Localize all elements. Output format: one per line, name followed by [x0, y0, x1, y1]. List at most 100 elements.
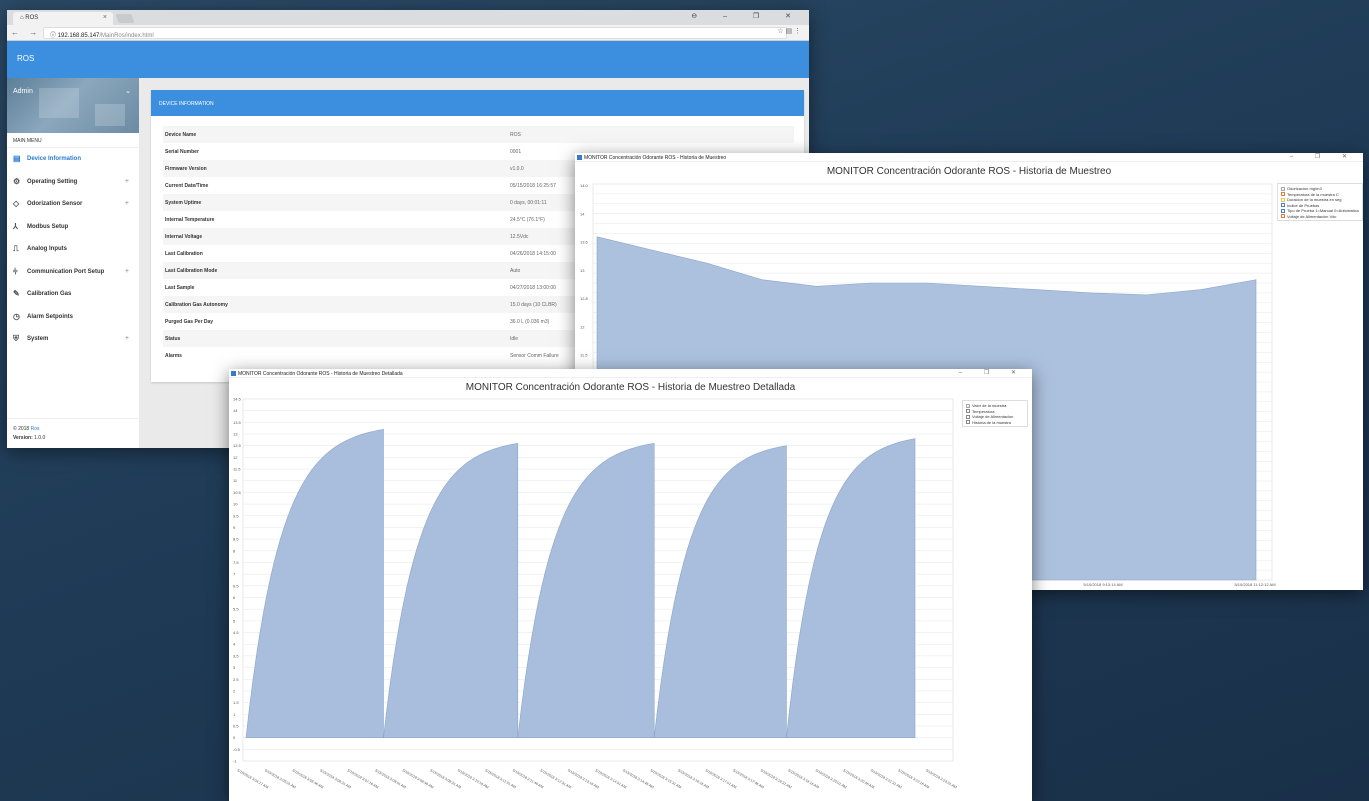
sidebar-footer: © 2018 Ros Version: 1.0.0 [7, 418, 139, 448]
sidebar-item-label: Device Information [27, 156, 82, 162]
checkbox[interactable] [1281, 203, 1285, 207]
ports-icon: ⫩ [13, 266, 18, 276]
info-key: Last Calibration Mode [165, 268, 218, 274]
cycle-peak-point [517, 442, 519, 444]
info-key: Device Name [165, 132, 197, 138]
sidebar-item[interactable]: ⎍ Analog Inputs [7, 238, 139, 261]
y-tick-label: 13.5 [233, 420, 242, 425]
y-tick-label: 7 [233, 572, 236, 577]
y-tick-label: 11.5 [233, 467, 241, 472]
checkbox[interactable]: ✓ [966, 403, 970, 409]
cycle-peak-point [653, 442, 655, 444]
y-tick-label: 5 [233, 618, 236, 623]
sidebar-item-label: Calibration Gas [27, 291, 72, 297]
y-tick-label: 1.5 [233, 700, 239, 705]
chevron-down-icon[interactable]: ⌄ [125, 87, 131, 95]
data-point [596, 236, 598, 238]
y-tick-label: 13.6 [580, 240, 589, 245]
y-tick-label: 1 [233, 712, 236, 717]
expand-icon[interactable]: + [125, 200, 129, 207]
y-tick-label: 6 [233, 595, 236, 600]
network-icon: ⅄ [13, 221, 18, 231]
y-tick-label: -1 [233, 759, 237, 764]
url-host: 192.168.85.147 [57, 33, 100, 39]
y-tick-label: 8 [233, 548, 236, 553]
history-legend: ✓ Odorizacion mg/m3 Temperatura de la mues… [1277, 183, 1363, 221]
checkbox[interactable] [966, 409, 970, 413]
checkbox[interactable] [1281, 208, 1285, 213]
expand-icon[interactable]: + [125, 268, 129, 275]
y-tick-label: 4.5 [233, 630, 239, 635]
info-icon[interactable]: ⓘ [50, 33, 58, 39]
data-point [761, 279, 763, 280]
info-key: Internal Temperature [165, 217, 215, 223]
legend-item[interactable]: Historia de la muestra [965, 420, 1025, 426]
shield-icon: ⛨ [13, 334, 19, 343]
y-tick-label: 14.0 [580, 183, 589, 188]
info-value: 0001 [510, 149, 522, 155]
data-point [651, 249, 653, 251]
browser-tab[interactable]: ⌂ ROS × [13, 12, 113, 25]
new-tab-button[interactable] [115, 14, 135, 23]
info-key: Alarms [165, 353, 182, 359]
star-icon[interactable]: ☆ ▤ ⋮ [777, 27, 801, 35]
sidebar-item[interactable]: ⛨ System + [7, 328, 139, 351]
sidebar-item[interactable]: ⚙ Operating Setting + [7, 171, 139, 194]
url-field[interactable]: ⓘ 192.168.85.147/MainRos/index.html [43, 27, 787, 39]
wrench-icon: ✎ [13, 289, 20, 298]
info-value: Idle [510, 336, 519, 342]
info-value: 0 days, 00:01:11 [510, 200, 547, 206]
expand-icon[interactable]: + [125, 178, 129, 185]
tab-title: ROS [25, 15, 39, 21]
checkbox[interactable]: ✓ [1281, 186, 1285, 192]
y-tick-label: 14 [580, 211, 585, 216]
checkbox[interactable] [966, 420, 970, 424]
y-tick-label: 12 [580, 324, 585, 329]
y-tick-label: 7.5 [233, 560, 239, 565]
legend-label: Temperatura de la muestra C [1287, 191, 1339, 197]
legend-label: Historia de la muestra [972, 419, 1011, 425]
browser-window-controls[interactable]: ⊖ – ❐ ✕ [691, 12, 803, 20]
info-value: 04/26/2018 14:15:00 [510, 251, 556, 257]
copyright: © 2018 [13, 426, 30, 432]
sidebar-item[interactable]: ✎ Calibration Gas [7, 283, 139, 306]
data-point [1036, 289, 1037, 290]
y-tick-label: 8.5 [233, 537, 239, 542]
y-tick-label: 2 [233, 688, 236, 693]
info-value: v1.0.0 [510, 166, 524, 172]
expand-icon[interactable]: + [125, 335, 129, 342]
checkbox[interactable] [1281, 214, 1285, 218]
cycle-peak-point [383, 428, 384, 430]
legend-item[interactable]: Voltaje de Alimentacion Vdc [1280, 214, 1360, 220]
info-key: Purged Gas Per Day [165, 319, 214, 325]
sidebar-item[interactable]: ◇ Odorization Sensor + [7, 193, 139, 216]
card-title: DEVICE INFORMATION [151, 90, 804, 116]
footer-brand[interactable]: Ros [31, 426, 40, 432]
x-tick-label: 5/10/2018 9:13:14 AM [1083, 582, 1122, 587]
checkbox[interactable] [1281, 192, 1285, 196]
legend-label: Indice de Pruebas [1287, 202, 1320, 208]
tab-close-icon[interactable]: × [103, 14, 107, 21]
address-bar: ← → C ⓘ 192.168.85.147/MainRos/index.htm… [7, 25, 809, 41]
data-point [981, 286, 982, 287]
drop-icon: ◇ [13, 199, 20, 208]
y-tick-label: 9.5 [233, 513, 239, 518]
x-tick-label: 5/15/2018 3:23:01 AM [925, 768, 957, 789]
sidebar-item[interactable]: ◷ Alarm Setpoints [7, 306, 139, 329]
legend-label: Voltaje de Alimentacion [972, 414, 1014, 419]
info-value: 24.5°C (76.1°F) [510, 217, 545, 223]
info-value: Auto [510, 268, 521, 274]
data-point [1200, 289, 1202, 290]
sidebar-item[interactable]: ▤ Device Information [7, 148, 139, 171]
legend-label: Tipo de Prueba 1=Manual 0=Automatica [1287, 208, 1359, 213]
y-tick-label: 10.5 [233, 490, 242, 495]
sidebar-item[interactable]: ⫩ Communication Port Setup + [7, 261, 139, 284]
sidebar-item[interactable]: ⅄ Modbus Setup [7, 216, 139, 239]
detail-chart: 14.51413.51312.51211.51110.5109.598.587.… [233, 397, 957, 790]
legend-label: Valor de la muestra [972, 403, 1007, 408]
user-panel[interactable]: Admin ⌄ [7, 78, 139, 133]
checkbox[interactable] [1281, 197, 1285, 202]
info-key: Calibration Gas Autonomy [165, 302, 228, 308]
analog-icon: ⎍ [13, 244, 19, 253]
checkbox[interactable] [966, 414, 970, 419]
